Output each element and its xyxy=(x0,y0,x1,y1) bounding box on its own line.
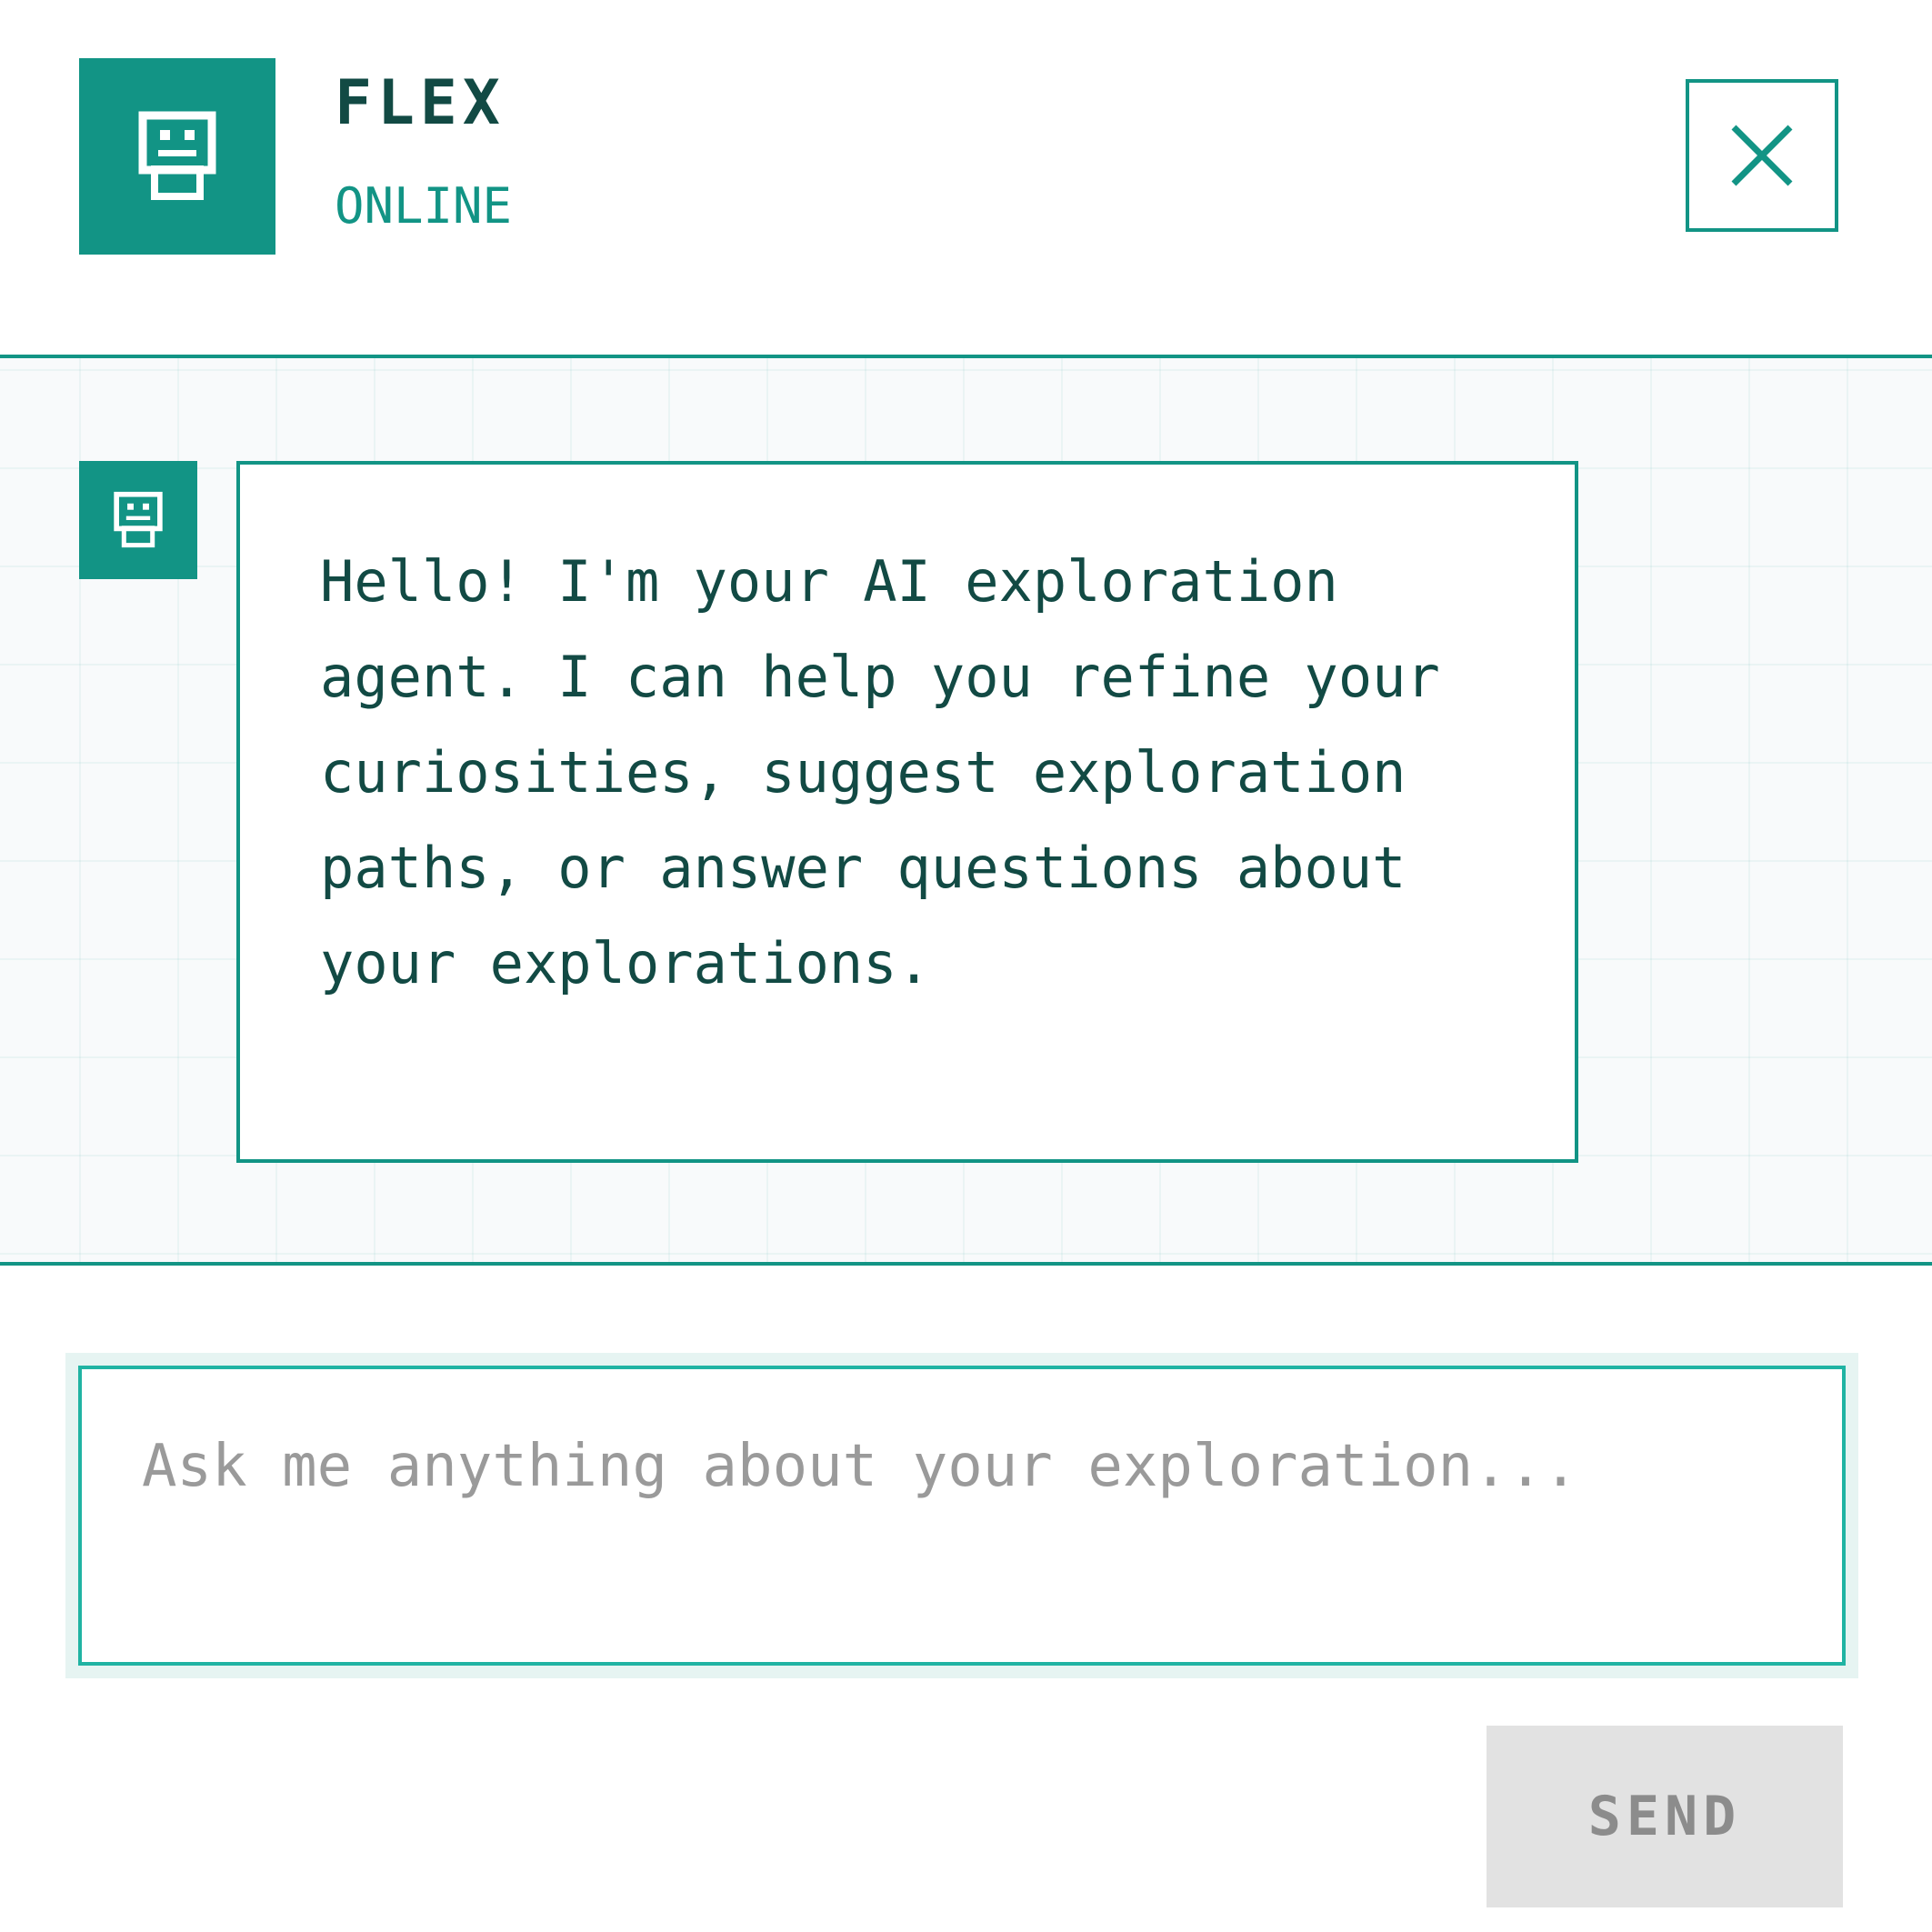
message-input[interactable] xyxy=(78,1366,1846,1666)
agent-avatar xyxy=(79,58,275,255)
close-button[interactable] xyxy=(1686,79,1838,232)
close-icon xyxy=(1731,125,1793,186)
send-button[interactable]: SEND xyxy=(1487,1726,1843,1907)
message-text: Hello! I'm your AI exploration agent. I … xyxy=(320,548,1440,996)
message-avatar xyxy=(79,461,197,579)
message-list[interactable]: Hello! I'm your AI exploration agent. I … xyxy=(0,355,1932,1266)
robot-icon xyxy=(114,491,163,548)
robot-icon xyxy=(138,111,216,200)
agent-status: ONLINE xyxy=(335,177,513,235)
agent-message-bubble: Hello! I'm your AI exploration agent. I … xyxy=(236,461,1578,1163)
agent-name: FLEX xyxy=(335,67,506,139)
chat-header: FLEX ONLINE xyxy=(0,0,1932,355)
composer xyxy=(65,1353,1858,1678)
chat-panel: FLEX ONLINE Hello! I'm your AI explorati… xyxy=(0,0,1932,1932)
